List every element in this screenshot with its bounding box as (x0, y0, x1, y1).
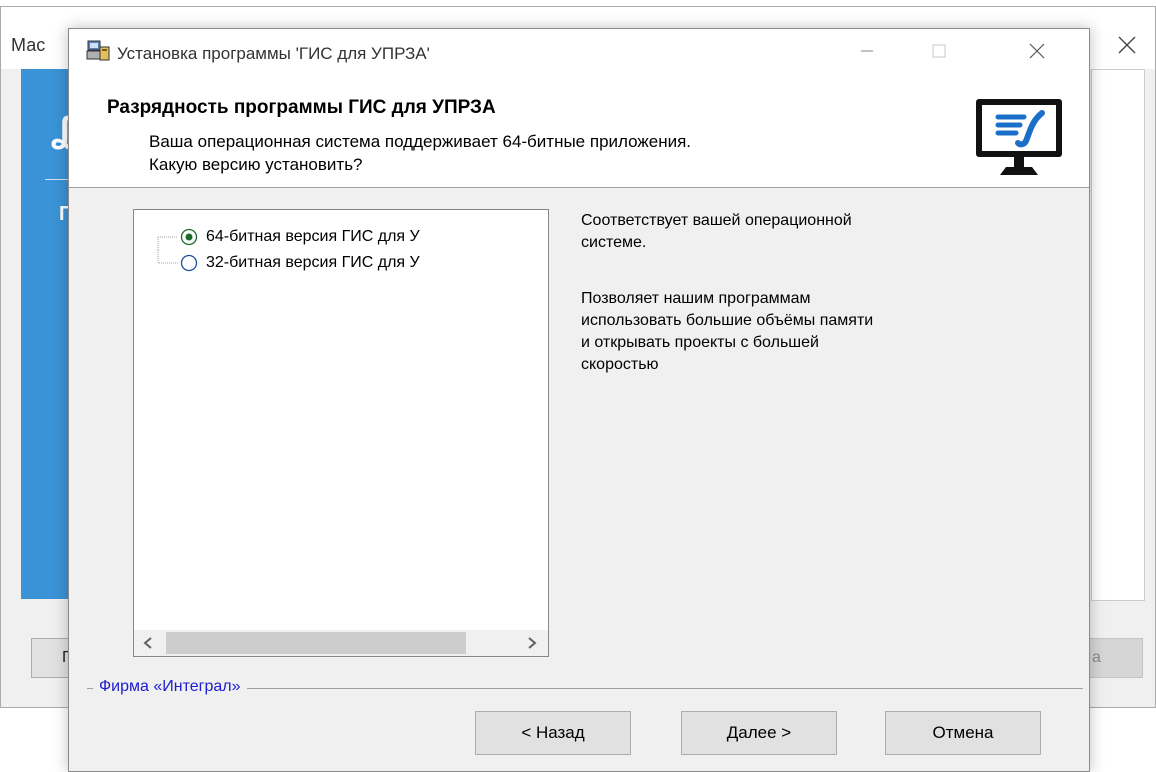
description-line: Соответствует вашей операционной (581, 212, 852, 229)
minimize-icon (861, 50, 873, 52)
dialog-titlebar: Установка программы 'ГИС для УПРЗА' (69, 29, 1089, 73)
company-label: Фирма «Интеграл» (93, 678, 247, 696)
tree-connector (157, 250, 178, 264)
scroll-left-icon[interactable] (140, 634, 156, 652)
background-right-button[interactable]: а (1081, 638, 1143, 678)
back-button[interactable]: < Назад (475, 711, 631, 755)
maximize-icon (932, 44, 946, 58)
maximize-button[interactable] (929, 41, 965, 65)
radio-selected-icon[interactable] (180, 228, 198, 246)
installer-app-icon (86, 40, 110, 61)
monitor-logo-icon (976, 99, 1062, 175)
page-subtitle-line2: Какую версию установить? (149, 155, 363, 174)
close-icon (1029, 43, 1045, 59)
scroll-right-icon[interactable] (524, 634, 540, 652)
cancel-button[interactable]: Отмена (885, 711, 1041, 755)
description-line: системе. (581, 234, 647, 251)
tree-item-label: 64-битная версия ГИС для У (206, 228, 420, 245)
dialog-title: Установка программы 'ГИС для УПРЗА' (117, 44, 430, 63)
background-side-banner: ʆ ПР (21, 69, 86, 599)
description-line: и открывать проекты с большей (581, 334, 819, 351)
wizard-header: Разрядность программы ГИС для УПРЗА Ваша… (69, 73, 1089, 188)
tree-connector (157, 236, 178, 250)
background-window-title: Мас (11, 35, 46, 55)
page-title: Разрядность программы ГИС для УПРЗА (107, 97, 496, 118)
tree-item-32bit[interactable]: 32-битная версия ГИС для У (134, 250, 548, 276)
minimize-button[interactable] (857, 41, 893, 65)
close-button[interactable] (1027, 41, 1063, 65)
close-icon (1118, 36, 1136, 54)
background-close-button[interactable] (1107, 29, 1147, 61)
background-content-panel (1091, 69, 1145, 601)
version-tree-list[interactable]: 64-битная версия ГИС для У 32-битная вер… (133, 209, 549, 657)
next-button[interactable]: Далее > (681, 711, 837, 755)
tree-item-64bit[interactable]: 64-битная версия ГИС для У (134, 224, 548, 250)
page-subtitle-line1: Ваша операционная система поддерживает 6… (149, 132, 692, 151)
installer-dialog: Установка программы 'ГИС для УПРЗА' Разр… (68, 28, 1090, 772)
scrollbar-thumb[interactable] (166, 632, 466, 654)
horizontal-scrollbar[interactable] (134, 630, 548, 656)
radio-unselected-icon[interactable] (180, 254, 198, 272)
description-line: Позволяет нашим программам (581, 290, 811, 307)
tree-item-label: 32-битная версия ГИС для У (206, 254, 420, 271)
description-line: использовать большие объёмы памяти (581, 312, 874, 329)
description-line: скоростью (581, 356, 659, 373)
